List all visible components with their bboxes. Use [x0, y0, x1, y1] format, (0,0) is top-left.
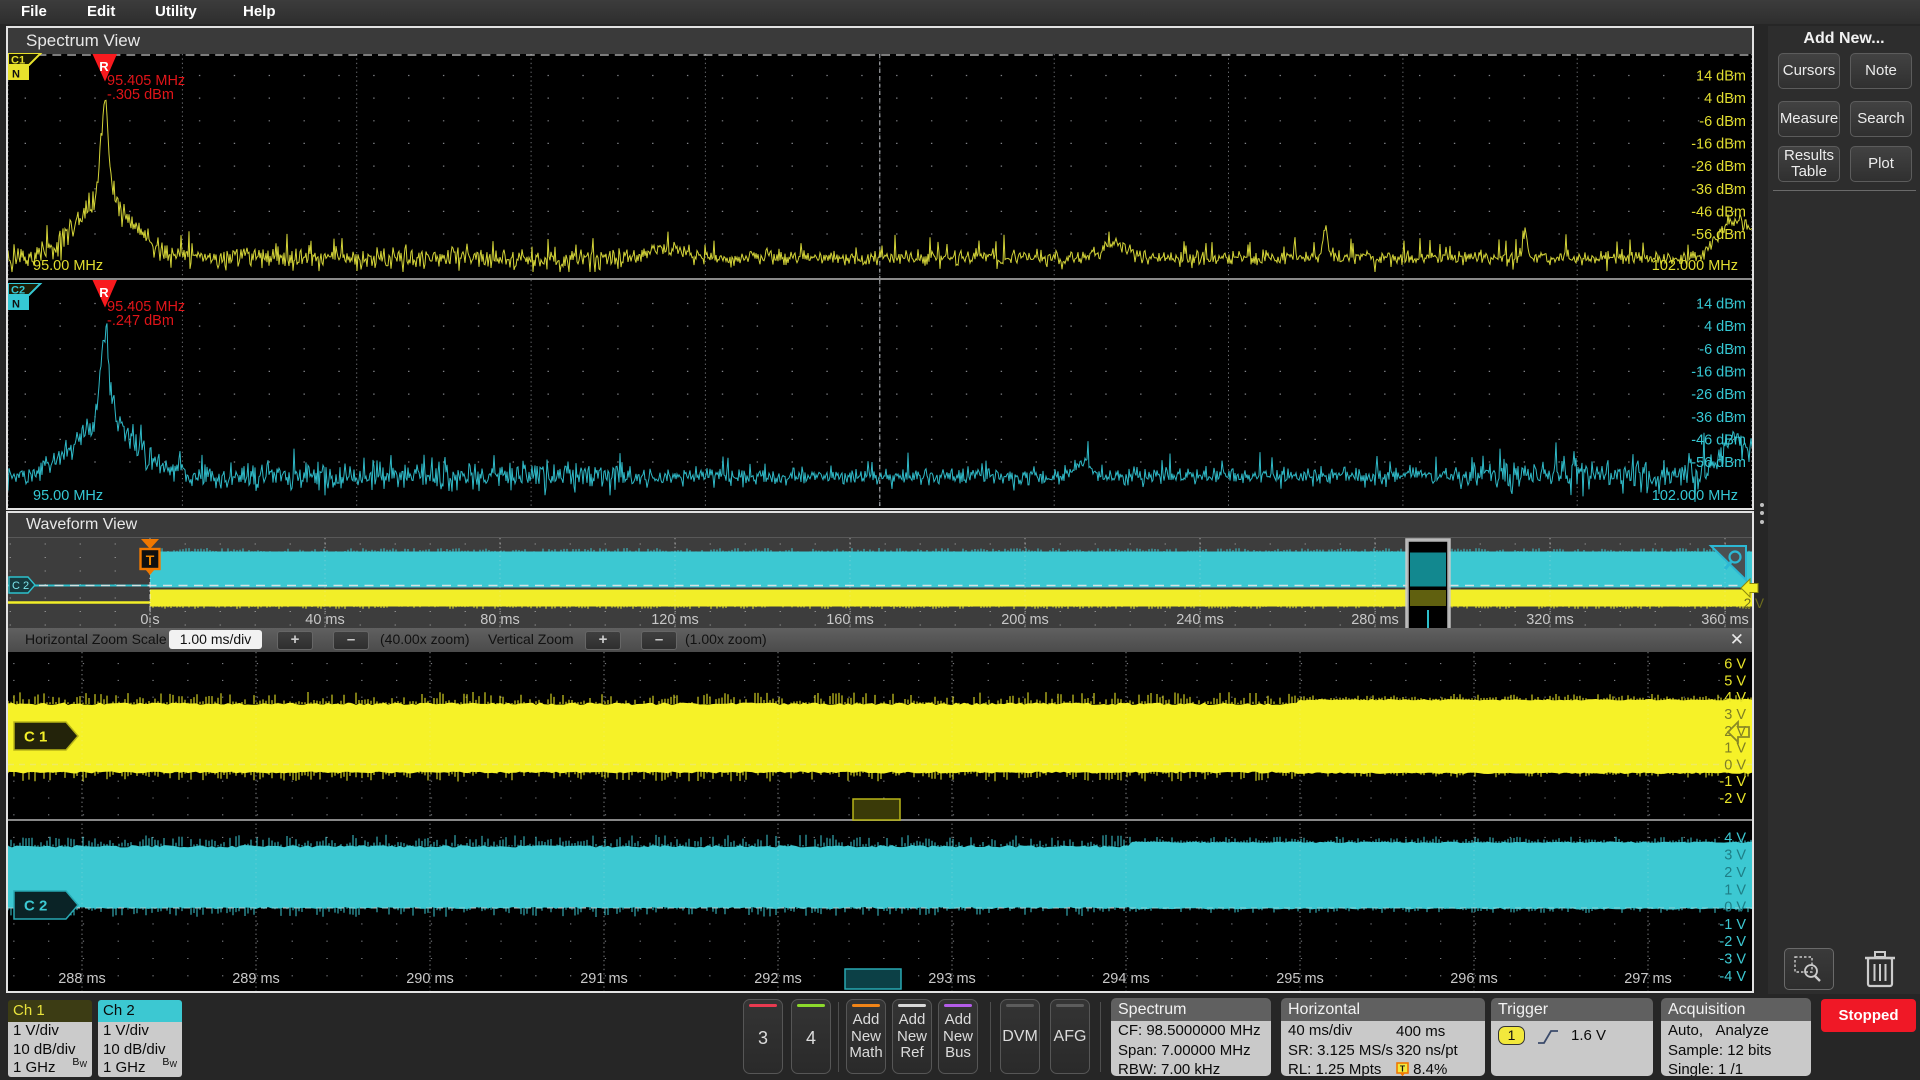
- svg-text:296 ms: 296 ms: [1450, 971, 1498, 987]
- svg-text:289 ms: 289 ms: [232, 971, 280, 987]
- svg-text:-4 V: -4 V: [1719, 969, 1746, 985]
- svg-text:-1 V: -1 V: [1719, 917, 1746, 933]
- svg-text:-.247 dBm: -.247 dBm: [107, 313, 174, 329]
- svg-text:N: N: [12, 299, 20, 311]
- svg-text:1 V: 1 V: [1724, 882, 1746, 898]
- svg-text:288 ms: 288 ms: [58, 971, 106, 987]
- svg-text:14 dBm: 14 dBm: [1696, 297, 1746, 313]
- svg-text:295 ms: 295 ms: [1276, 971, 1324, 987]
- svg-text:-26 dBm: -26 dBm: [1691, 387, 1746, 403]
- svg-text:-6 dBm: -6 dBm: [1699, 342, 1746, 358]
- svg-text:-56 dBm: -56 dBm: [1691, 227, 1746, 243]
- svg-text:-46 dBm: -46 dBm: [1691, 432, 1746, 448]
- svg-text:102.000 MHz: 102.000 MHz: [1652, 258, 1738, 274]
- svg-text:-6 dBm: -6 dBm: [1699, 114, 1746, 130]
- svg-text:120 ms: 120 ms: [651, 612, 699, 628]
- svg-text:C1: C1: [11, 55, 25, 67]
- svg-text:291 ms: 291 ms: [580, 971, 628, 987]
- svg-text:-16 dBm: -16 dBm: [1691, 136, 1746, 152]
- svg-text:0 V: 0 V: [1724, 900, 1746, 916]
- svg-text:-36 dBm: -36 dBm: [1691, 410, 1746, 426]
- svg-text:C 1: C 1: [24, 729, 47, 746]
- svg-text:240 ms: 240 ms: [1176, 612, 1224, 628]
- svg-text:292 ms: 292 ms: [754, 971, 802, 987]
- svg-text:280 ms: 280 ms: [1351, 612, 1399, 628]
- svg-text:-36 dBm: -36 dBm: [1691, 182, 1746, 198]
- svg-text:N: N: [12, 69, 20, 81]
- svg-text:R: R: [99, 285, 109, 300]
- svg-text:2 V: 2 V: [1744, 596, 1764, 611]
- svg-text:0 V: 0 V: [1724, 757, 1746, 773]
- svg-text:4 V: 4 V: [1724, 690, 1746, 706]
- svg-text:102.000 MHz: 102.000 MHz: [1652, 488, 1738, 504]
- svg-text:14 dBm: 14 dBm: [1696, 69, 1746, 85]
- svg-text:-56 dBm: -56 dBm: [1691, 455, 1746, 471]
- svg-text:6 V: 6 V: [1724, 657, 1746, 673]
- svg-text:-16 dBm: -16 dBm: [1691, 364, 1746, 380]
- svg-text:2 V: 2 V: [1724, 865, 1746, 881]
- svg-text:C2: C2: [11, 285, 25, 297]
- svg-text:-26 dBm: -26 dBm: [1691, 159, 1746, 175]
- svg-text:-3 V: -3 V: [1719, 952, 1746, 968]
- svg-text:80 ms: 80 ms: [480, 612, 520, 628]
- svg-text:C 2: C 2: [24, 898, 47, 915]
- svg-text:4 dBm: 4 dBm: [1704, 91, 1746, 107]
- svg-text:360 ms: 360 ms: [1701, 612, 1749, 628]
- svg-text:294 ms: 294 ms: [1102, 971, 1150, 987]
- svg-text:4 V: 4 V: [1724, 830, 1746, 846]
- svg-text:C 2: C 2: [12, 580, 29, 592]
- svg-text:-2 V: -2 V: [1719, 791, 1746, 807]
- svg-text:4 dBm: 4 dBm: [1704, 319, 1746, 335]
- svg-text:3 V: 3 V: [1724, 848, 1746, 864]
- svg-text:-46 dBm: -46 dBm: [1691, 204, 1746, 220]
- svg-text:40 ms: 40 ms: [305, 612, 345, 628]
- svg-text:-1 V: -1 V: [1719, 774, 1746, 790]
- svg-text:95.00 MHz: 95.00 MHz: [33, 258, 103, 274]
- svg-text:293 ms: 293 ms: [928, 971, 976, 987]
- svg-text:0 s: 0 s: [140, 612, 159, 628]
- svg-text:T: T: [146, 552, 155, 568]
- svg-text:T: T: [1400, 1064, 1406, 1074]
- svg-text:95.00 MHz: 95.00 MHz: [33, 488, 103, 504]
- svg-text:200 ms: 200 ms: [1001, 612, 1049, 628]
- svg-text:3 V: 3 V: [1724, 707, 1746, 723]
- svg-text:-.305 dBm: -.305 dBm: [107, 87, 174, 103]
- svg-text:290 ms: 290 ms: [406, 971, 454, 987]
- svg-text:160 ms: 160 ms: [826, 612, 874, 628]
- svg-text:-2 V: -2 V: [1719, 934, 1746, 950]
- svg-text:297 ms: 297 ms: [1624, 971, 1672, 987]
- svg-text:5 V: 5 V: [1724, 673, 1746, 689]
- svg-text:1 V: 1 V: [1724, 741, 1746, 757]
- svg-text:R: R: [99, 59, 109, 74]
- svg-text:320 ms: 320 ms: [1526, 612, 1574, 628]
